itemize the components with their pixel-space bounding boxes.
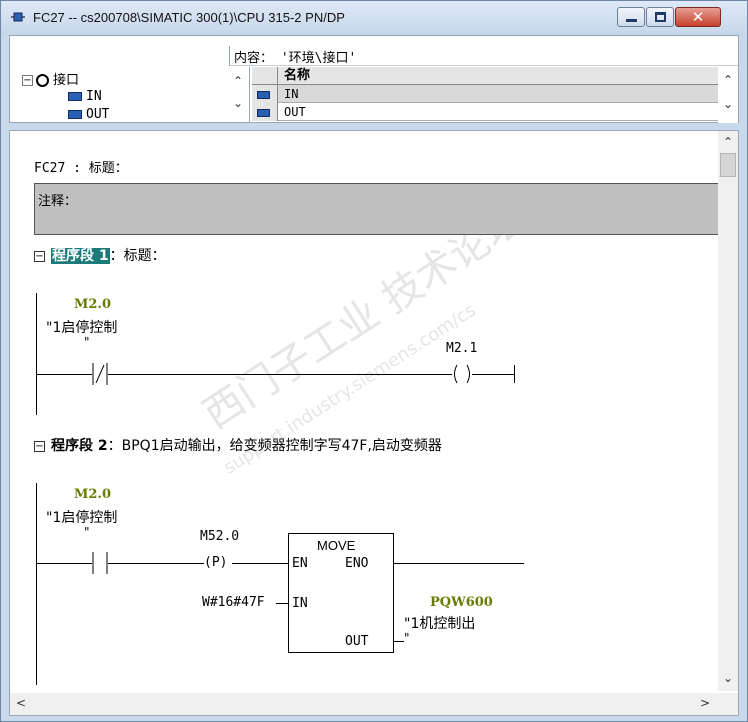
collapse-icon[interactable]: − <box>22 75 33 86</box>
network-1-title: ：标题： <box>109 248 166 264</box>
wire <box>36 563 92 564</box>
contact-address: M2.0 <box>74 297 112 312</box>
grid-cell[interactable]: OUT <box>278 103 718 121</box>
table-row[interactable]: IN <box>252 85 718 103</box>
power-rail <box>36 293 37 415</box>
grid-column-name[interactable]: 名称 <box>278 67 718 85</box>
pin-in: IN <box>292 596 308 611</box>
collapse-icon[interactable]: − <box>34 441 45 452</box>
coil-icon[interactable] <box>450 363 474 385</box>
block-title[interactable]: FC27 : 标题： <box>34 157 128 176</box>
scroll-up-icon[interactable]: ⌃ <box>722 135 734 149</box>
scroll-up-icon[interactable]: ⌃ <box>232 74 244 88</box>
vertical-scrollbar[interactable]: ⌃ ⌄ <box>718 131 738 691</box>
ladder-editor[interactable]: 西门子工业 技术论坛 support.industry.siemens.com/… <box>9 130 739 716</box>
table-row[interactable]: OUT <box>252 103 718 121</box>
tree-item-label: OUT <box>86 107 110 122</box>
wire <box>394 563 524 564</box>
network-2-title: ：BPQ1启动输出，给变频器控制字写47F,启动变频器 <box>107 438 442 454</box>
nc-contact-icon[interactable] <box>90 363 110 385</box>
tree-root-label: 接口 <box>53 73 80 88</box>
contact-symbol-end: " <box>84 335 90 349</box>
pin-en: EN <box>292 556 308 571</box>
minimize-icon <box>626 19 637 22</box>
wire <box>108 374 452 375</box>
row-header[interactable] <box>252 103 278 121</box>
tree-item-in[interactable]: IN <box>68 89 102 107</box>
out-symbol-end: " <box>404 631 410 645</box>
out-address[interactable]: PQW600 <box>430 595 493 610</box>
close-button[interactable]: ✕ <box>675 7 721 27</box>
grid-cell[interactable]: IN <box>278 85 718 103</box>
scroll-right-icon[interactable]: > <box>700 696 710 710</box>
tree-root[interactable]: − 接口 <box>22 69 80 88</box>
interface-header-spacer <box>10 46 230 66</box>
wire <box>36 374 92 375</box>
scroll-up-icon[interactable]: ⌃ <box>722 73 734 87</box>
wire-end <box>514 365 515 383</box>
network-1-header[interactable]: − 程序段 1：标题： <box>34 245 166 265</box>
close-icon: ✕ <box>691 8 705 26</box>
interface-icon <box>36 74 49 87</box>
edge-address: M52.0 <box>200 529 240 544</box>
contact-symbol-end: " <box>84 525 90 539</box>
declaration-grid[interactable]: 名称 IN OUT ⌃ ⌄ <box>252 67 738 123</box>
maximize-icon <box>655 12 666 22</box>
scroll-down-icon[interactable]: ⌄ <box>722 671 734 685</box>
wire <box>108 563 204 564</box>
maximize-button[interactable] <box>646 7 674 27</box>
scroll-down-icon[interactable]: ⌄ <box>722 97 734 111</box>
wire <box>394 641 404 642</box>
tree-item-label: IN <box>86 89 102 104</box>
pin-eno: ENO <box>345 556 369 571</box>
power-rail <box>36 483 37 685</box>
interface-tree[interactable]: − 接口 IN OUT <box>10 67 250 123</box>
wire <box>232 563 288 564</box>
parameter-icon <box>257 108 270 117</box>
vertical-scroll-thumb[interactable] <box>720 153 736 177</box>
scroll-down-icon[interactable]: ⌄ <box>232 96 244 110</box>
wire <box>472 374 514 375</box>
parameter-icon <box>257 90 270 99</box>
move-title: MOVE <box>317 538 356 553</box>
resize-grip-icon[interactable] <box>718 693 738 715</box>
network-1-label[interactable]: 程序段 1 <box>51 248 110 264</box>
out-symbol: "1机控制出 <box>404 616 476 632</box>
block-icon <box>11 12 25 22</box>
title-bar[interactable]: FC27 -- cs200708\SIMATIC 300(1)\CPU 315-… <box>1 1 747 35</box>
no-contact-icon[interactable] <box>90 552 110 574</box>
grid-scrollbar[interactable]: ⌃ ⌄ <box>718 67 738 123</box>
window-title: FC27 -- cs200708\SIMATIC 300(1)\CPU 315-… <box>33 10 345 25</box>
horizontal-scrollbar[interactable]: < > <box>10 693 718 715</box>
row-header[interactable] <box>252 85 278 103</box>
parameter-icon <box>68 110 82 119</box>
edge-detect[interactable]: (P) <box>204 555 227 570</box>
pin-out: OUT <box>345 634 369 649</box>
wire <box>276 603 288 604</box>
minimize-button[interactable] <box>617 7 645 27</box>
content-path: 内容： '环境\接口' <box>234 51 357 66</box>
network-2-header[interactable]: − 程序段 2：BPQ1启动输出，给变频器控制字写47F,启动变频器 <box>34 435 442 455</box>
comment-label: 注释： <box>38 194 78 209</box>
contact-symbol: "1启停控制 <box>46 320 118 336</box>
coil-address: M2.1 <box>446 341 478 356</box>
editor-window: FC27 -- cs200708\SIMATIC 300(1)\CPU 315-… <box>0 0 748 722</box>
grid-corner <box>252 67 278 85</box>
block-comment[interactable]: 注释： <box>34 183 724 235</box>
scroll-left-icon[interactable]: < <box>16 696 26 710</box>
move-block[interactable]: MOVE EN ENO IN OUT <box>288 533 394 653</box>
interface-panel: 内容： '环境\接口' − 接口 IN OUT ⌃ ⌄ 名称 IN OUT ⌃ … <box>9 35 739 123</box>
contact-address: M2.0 <box>74 487 112 502</box>
collapse-icon[interactable]: − <box>34 251 45 262</box>
tree-item-out[interactable]: OUT <box>68 107 109 123</box>
parameter-icon <box>68 92 82 101</box>
in-value[interactable]: W#16#47F <box>202 595 265 610</box>
interface-header: 内容： '环境\接口' <box>10 36 738 66</box>
tree-scrollbar[interactable]: ⌃ ⌄ <box>228 68 248 122</box>
network-2-label[interactable]: 程序段 2 <box>51 438 108 454</box>
contact-symbol: "1启停控制 <box>46 510 118 526</box>
